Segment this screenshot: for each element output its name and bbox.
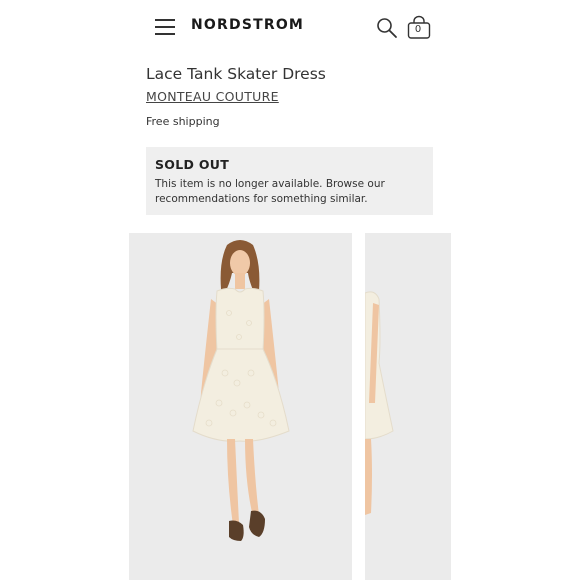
shipping-info: Free shipping [146, 115, 220, 128]
sold-out-title: SOLD OUT [155, 157, 230, 172]
site-header: NORDSTROM 0 [0, 0, 580, 56]
product-title: Lace Tank Skater Dress [146, 65, 326, 83]
product-photo-side[interactable] [365, 233, 451, 580]
product-photo-front[interactable] [129, 233, 352, 580]
shopping-bag-button[interactable]: 0 [406, 15, 432, 41]
sold-out-notice: SOLD OUT This item is no longer availabl… [146, 147, 433, 215]
brand-link[interactable]: MONTEAU COUTURE [146, 89, 279, 104]
nordstrom-logo[interactable]: NORDSTROM [191, 17, 304, 33]
hamburger-menu-icon[interactable] [155, 17, 177, 35]
search-icon[interactable] [375, 16, 399, 40]
product-image-carousel[interactable] [129, 233, 451, 580]
bag-count: 0 [414, 24, 422, 35]
sold-out-message: This item is no longer available. Browse… [155, 178, 385, 205]
